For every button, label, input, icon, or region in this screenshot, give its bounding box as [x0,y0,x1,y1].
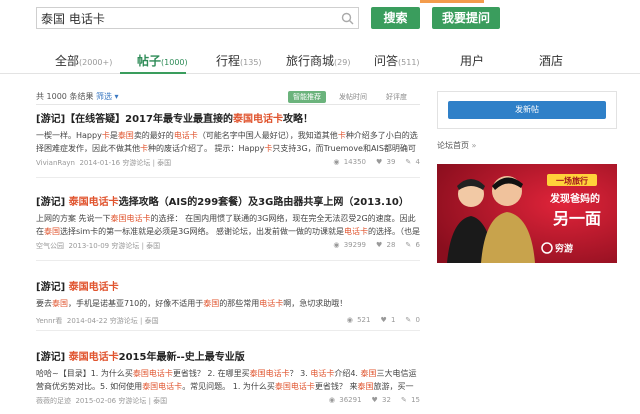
likes-count: 28 [386,241,396,249]
post-author[interactable]: 薇薇的足迹 [36,397,71,405]
likes-icon: ♥ [375,158,383,166]
views-count: 521 [357,316,371,324]
ad-banner-art: 一场旅行 发现爸妈的 另一面 穷游 [437,164,617,263]
svg-text:发现爸妈的: 发现爸妈的 [549,192,600,205]
forum-home-link[interactable]: 论坛首页 » [437,140,476,151]
ad-banner[interactable]: 一场旅行 发现爸妈的 另一面 穷游 [437,164,617,263]
likes-icon: ♥ [371,396,378,404]
likes-count: 32 [382,396,391,404]
tab-posts[interactable]: 帖子(1000) [137,52,188,69]
ask-accent-bar [420,0,484,3]
post-meta: 薇薇的足迹 2015-02-06 穷游论坛 | 泰国 ◉ 36291 ♥ 32 ✎ … [36,396,420,408]
sort-rating[interactable]: 好评度 [386,92,407,102]
filter-dropdown[interactable]: 筛选 ▾ [96,91,119,102]
post-title[interactable]: [游记]【在线答疑】2017年最专业最直接的泰国电话卡攻略！ [36,110,420,125]
views-icon: ◉ [333,241,340,249]
post-stats: ◉ 521 ♥ 1 ✎ 0 [337,316,420,324]
post-meta: VivianRayn 2014-01-16 穷游论坛 | 泰国 ◉ 14350 ♥… [36,158,420,170]
post-date-forum: 2014-04-22 穷游论坛 | 泰国 [66,317,159,325]
likes-count: 1 [390,316,396,324]
views-icon: ◉ [328,396,336,404]
forward-arrow-icon: » [471,141,477,150]
post-date-forum: 2015-02-06 穷游论坛 | 泰国 [75,397,168,405]
svg-text:穷游: 穷游 [555,243,573,255]
sort-post-time[interactable]: 发帖时间 [339,92,367,102]
ad-headline: 一场旅行 发现爸妈的 另一面 [547,174,601,228]
search-box[interactable] [36,7,359,29]
post-item: [游记] 泰国电话卡2015年最新--史上最专业版 哈哈~【目录】1. 为什么买… [36,348,420,408]
post-excerpt: 要去泰国，手机是诺基亚710的，好像不适用于泰国的那些常用电话卡啊，急切求助哦！ [36,299,348,308]
tab-all[interactable]: 全部(2000+) [55,52,112,69]
clear-search-icon[interactable] [341,12,354,25]
views-icon: ◉ [346,316,353,324]
replies-count: 4 [415,158,420,166]
post-author[interactable]: Yennr看 [36,317,62,325]
tab-qa[interactable]: 问答(511) [374,52,420,69]
post-title[interactable]: [游记] 泰国电话卡选择攻略（AIS的299套餐）及3G路由器共享上网（2013… [36,193,420,208]
replies-count: 15 [411,396,420,404]
post-excerpt: 上网的方案 先说一下泰国电话卡的选择： 在国内用惯了联通的3G网络，现在完全无法… [36,214,420,236]
post-item: [游记]【在线答疑】2017年最专业最直接的泰国电话卡攻略！ 一楔一样。Happ… [36,110,420,170]
result-count: 共 1000 条结果 [36,92,94,101]
replies-icon: ✎ [400,396,407,404]
post-meta: 空气公园 2013-10-09 穷游论坛 | 泰国 ◉ 39299 ♥ 28 ✎ 6 [36,241,420,253]
sort-smart[interactable]: 智能推荐 [288,91,326,103]
replies-count: 0 [415,316,420,324]
svg-text:一场旅行: 一场旅行 [556,176,588,186]
post-date-forum: 2014-01-16 穷游论坛 | 泰国 [79,159,172,167]
post-meta: Yennr看 2014-04-22 穷游论坛 | 泰国 ◉ 521 ♥ 1 ✎ 0 [36,316,420,328]
replies-icon: ✎ [405,158,412,166]
search-button[interactable]: 搜索 [371,7,420,29]
views-count: 14350 [343,158,366,166]
divider [36,260,420,261]
post-author[interactable]: 空气公园 [36,242,64,250]
post-excerpt: 一楔一样。Happy卡是泰国卖的最好的电话卡（可能名字中国人最好记），我知道其他… [36,131,418,153]
tab-travel-shop[interactable]: 旅行商城(29) [286,52,350,69]
replies-count: 6 [415,241,420,249]
active-tab-indicator [120,72,186,74]
post-item: [游记] 泰国电话卡 要去泰国，手机是诺基亚710的，好像不适用于泰国的那些常用… [36,278,420,328]
views-count: 36291 [339,396,362,404]
divider [36,330,420,331]
post-stats: ◉ 14350 ♥ 39 ✎ 4 [323,158,420,166]
post-title[interactable]: [游记] 泰国电话卡2015年最新--史上最专业版 [36,348,420,363]
new-post-button[interactable]: 发新帖 [448,101,606,119]
post-author[interactable]: VivianRayn [36,159,75,167]
ask-question-button[interactable]: 我要提问 [432,7,500,29]
svg-text:另一面: 另一面 [553,209,601,228]
divider [36,177,420,178]
tab-hotels[interactable]: 酒店 [539,52,563,69]
tab-users[interactable]: 用户 [460,52,484,69]
search-input[interactable] [41,10,331,26]
post-stats: ◉ 36291 ♥ 32 ✎ 15 [319,396,420,404]
post-title[interactable]: [游记] 泰国电话卡 [36,278,420,293]
views-count: 39299 [343,241,366,249]
post-stats: ◉ 39299 ♥ 28 ✎ 6 [323,241,420,249]
post-date-forum: 2013-10-09 穷游论坛 | 泰国 [68,242,161,250]
tab-itinerary[interactable]: 行程(135) [216,52,262,69]
replies-icon: ✎ [405,316,412,324]
likes-count: 39 [386,158,396,166]
likes-icon: ♥ [380,316,387,324]
post-item: [游记] 泰国电话卡选择攻略（AIS的299套餐）及3G路由器共享上网（2013… [36,193,420,253]
replies-icon: ✎ [405,241,412,249]
views-icon: ◉ [333,158,340,166]
post-excerpt: 哈哈~【目录】1. 为什么买泰国电话卡更省钱？ 2. 在哪里买泰国电话卡？ 3.… [36,369,417,391]
result-tabs: 全部(2000+) 帖子(1000) 行程(135) 旅行商城(29) 问答(5… [0,46,640,74]
divider [36,104,420,105]
likes-icon: ♥ [375,241,383,249]
